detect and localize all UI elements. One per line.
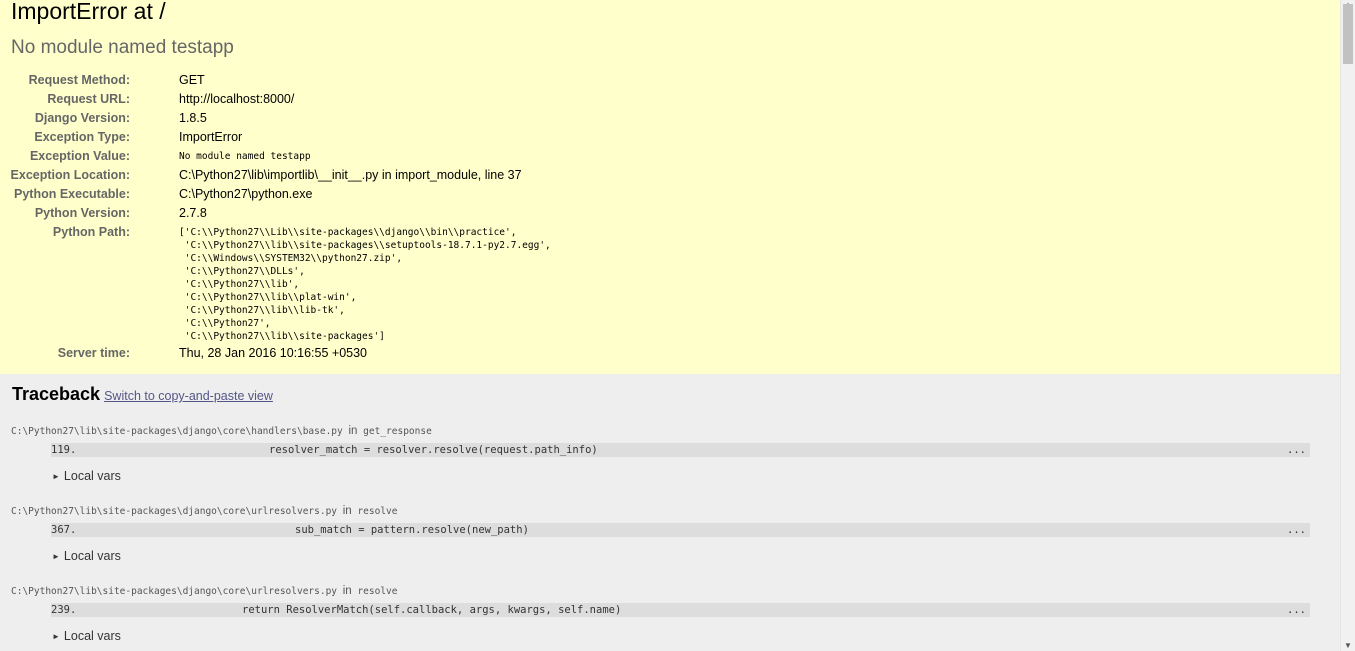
expand-context-dots[interactable]: ... [1287, 523, 1306, 537]
python-path-entry: 'C:\\Python27\\lib\\lib-tk', [179, 305, 345, 316]
python-path-entry: 'C:\\Python27\\lib\\site-packages'] [179, 331, 385, 342]
scrollbar-thumb[interactable] [1343, 4, 1353, 64]
meta-value: ImportError [179, 130, 243, 144]
meta-label: Exception Location: [10, 168, 130, 182]
local-vars-label: Local vars [63, 629, 121, 643]
meta-label: Request Method: [28, 73, 130, 87]
meta-row-request-method: Request Method: GET [0, 71, 1300, 90]
python-path-list: ['C:\\Python27\\Lib\\site-packages\\djan… [179, 226, 551, 343]
python-path-entry: 'C:\\Python27\\lib\\site-packages\\setup… [179, 240, 551, 251]
frame-code: return ResolverMatch(self.callback, args… [242, 604, 622, 616]
triangle-right-icon: ► [52, 472, 60, 481]
meta-value: 2.7.8 [179, 206, 207, 220]
python-path-entry: 'C:\\Python27\\DLLs', [179, 266, 305, 277]
switch-to-copy-paste-link[interactable]: Switch to copy-and-paste view [104, 389, 273, 403]
frame-file-path: C:\Python27\lib\site-packages\django\cor… [11, 506, 338, 517]
meta-row-exception-location: Exception Location: C:\Python27\lib\impo… [0, 166, 1300, 185]
local-vars-toggle[interactable]: ► Local vars [52, 549, 121, 563]
frame-context-line[interactable]: 367. sub_match = pattern.resolve(new_pat… [51, 523, 1310, 537]
meta-label: Django Version: [34, 111, 130, 125]
meta-label: Request URL: [47, 92, 130, 106]
arrow-down-icon[interactable]: ▼ [1344, 641, 1352, 650]
frame-line-number: 367. [51, 524, 77, 536]
frame-in-label: in [348, 425, 358, 437]
meta-row-python-version: Python Version: 2.7.8 [0, 204, 1300, 223]
local-vars-toggle[interactable]: ► Local vars [52, 629, 121, 643]
frame-filename: C:\Python27\lib\site-packages\django\cor… [11, 505, 397, 517]
meta-label: Python Executable: [14, 187, 130, 201]
triangle-right-icon: ► [52, 632, 60, 641]
expand-context-dots[interactable]: ... [1287, 443, 1306, 457]
traceback-heading: Traceback Switch to copy-and-paste view [12, 384, 273, 405]
meta-row-server-time: Server time: Thu, 28 Jan 2016 10:16:55 +… [0, 344, 1300, 363]
vertical-scrollbar[interactable]: ▲ ▼ [1340, 0, 1355, 651]
python-path-entry: 'C:\\Python27\\lib\\plat-win', [179, 292, 357, 303]
frame-function: resolve [357, 586, 398, 597]
frame-function: get_response [363, 426, 432, 437]
traceback-title: Traceback [12, 384, 101, 404]
frame-code: resolver_match = resolver.resolve(reques… [269, 444, 598, 456]
local-vars-label: Local vars [63, 469, 121, 483]
frame-in-label: in [342, 505, 352, 517]
frame-context-line[interactable]: 239. return ResolverMatch(self.callback,… [51, 603, 1310, 617]
frame-line-number: 119. [51, 444, 77, 456]
frame-filename: C:\Python27\lib\site-packages\django\cor… [11, 585, 397, 597]
python-path-entry: 'C:\\Python27', [179, 318, 271, 329]
frame-function: resolve [357, 506, 398, 517]
local-vars-toggle[interactable]: ► Local vars [52, 469, 121, 483]
python-path-entry: 'C:\\Windows\\SYSTEM32\\python27.zip', [179, 253, 403, 264]
meta-value: GET [179, 73, 205, 87]
meta-value: http://localhost:8000/ [179, 92, 295, 106]
meta-row-python-path: Python Path: ['C:\\Python27\\Lib\\site-p… [0, 223, 1300, 343]
meta-row-python-executable: Python Executable: C:\Python27\python.ex… [0, 185, 1300, 204]
meta-value: No module named testapp [179, 151, 311, 162]
frame-code: sub_match = pattern.resolve(new_path) [295, 524, 529, 536]
meta-row-exception-value: Exception Value: No module named testapp [0, 147, 1300, 166]
frame-context-line[interactable]: 119. resolver_match = resolver.resolve(r… [51, 443, 1310, 457]
python-path-entry: ['C:\\Python27\\Lib\\site-packages\\djan… [179, 227, 517, 238]
expand-context-dots[interactable]: ... [1287, 603, 1306, 617]
meta-row-exception-type: Exception Type: ImportError [0, 128, 1300, 147]
triangle-right-icon: ► [52, 552, 60, 561]
frame-file-path: C:\Python27\lib\site-packages\django\cor… [11, 586, 338, 597]
frame-line-number: 239. [51, 604, 77, 616]
python-path-entry: 'C:\\Python27\\lib', [179, 279, 300, 290]
meta-label: Python Path: [52, 225, 130, 239]
meta-value: 1.8.5 [179, 111, 207, 125]
page-title: ImportError at / [11, 0, 166, 24]
frame-file-path: C:\Python27\lib\site-packages\django\cor… [11, 426, 343, 437]
error-summary: ImportError at / No module named testapp… [0, 0, 1340, 374]
meta-label: Python Version: [34, 206, 130, 220]
meta-label: Exception Value: [29, 149, 130, 163]
frame-filename: C:\Python27\lib\site-packages\django\cor… [11, 425, 432, 437]
meta-value: C:\Python27\lib\importlib\__init__.py in… [179, 168, 522, 182]
meta-label: Exception Type: [34, 130, 130, 144]
local-vars-label: Local vars [63, 549, 121, 563]
meta-value: Thu, 28 Jan 2016 10:16:55 +0530 [179, 346, 368, 360]
meta-label: Server time: [57, 346, 130, 360]
meta-value: C:\Python27\python.exe [179, 187, 313, 201]
frame-in-label: in [342, 585, 352, 597]
meta-row-django-version: Django Version: 1.8.5 [0, 109, 1300, 128]
meta-row-request-url: Request URL: http://localhost:8000/ [0, 90, 1300, 109]
exception-message: No module named testapp [11, 37, 234, 58]
